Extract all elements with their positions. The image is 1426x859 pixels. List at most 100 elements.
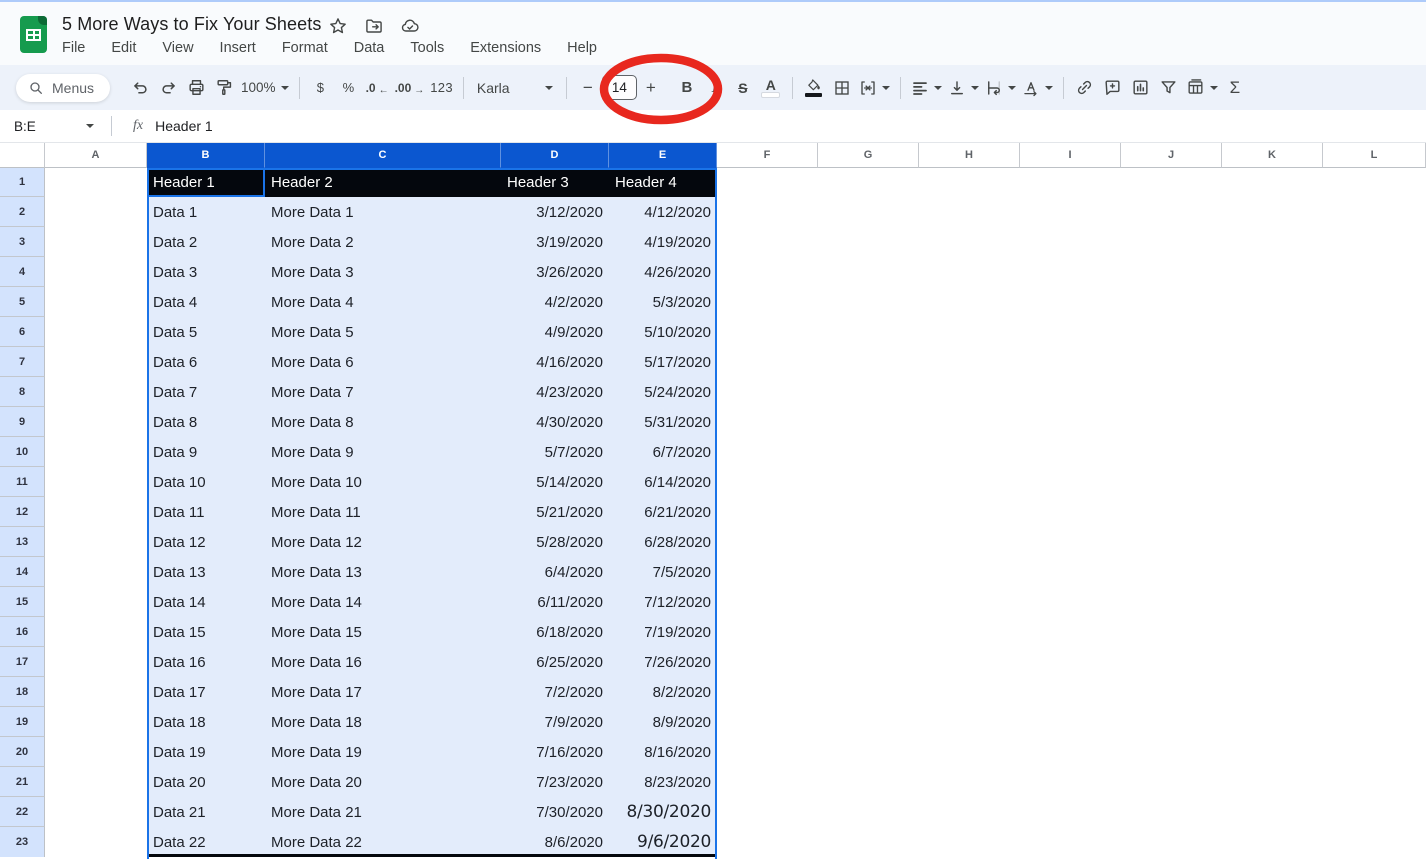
cell-B20[interactable]: Data 19 — [147, 737, 265, 767]
cell-D12[interactable]: 5/21/2020 — [501, 497, 609, 527]
cell-B22[interactable]: Data 21 — [147, 797, 265, 827]
cell-L18[interactable] — [1323, 677, 1426, 707]
name-box[interactable]: B:E — [0, 119, 104, 134]
cell-J22[interactable] — [1121, 797, 1222, 827]
cell-L2[interactable] — [1323, 197, 1426, 227]
cell-D5[interactable]: 4/2/2020 — [501, 287, 609, 317]
cell-K21[interactable] — [1222, 767, 1323, 797]
cell-I11[interactable] — [1020, 467, 1121, 497]
cell-D23[interactable]: 8/6/2020 — [501, 827, 609, 857]
cell-I4[interactable] — [1020, 257, 1121, 287]
cell-G22[interactable] — [818, 797, 919, 827]
cell-E14[interactable]: 7/5/2020 — [609, 557, 717, 587]
cell-D11[interactable]: 5/14/2020 — [501, 467, 609, 497]
cell-C15[interactable]: More Data 14 — [265, 587, 501, 617]
cell-L17[interactable] — [1323, 647, 1426, 677]
cell-D10[interactable]: 5/7/2020 — [501, 437, 609, 467]
cell-H18[interactable] — [919, 677, 1020, 707]
cell-F18[interactable] — [717, 677, 818, 707]
redo-button[interactable] — [154, 74, 182, 102]
cell-H21[interactable] — [919, 767, 1020, 797]
cell-I15[interactable] — [1020, 587, 1121, 617]
cell-H3[interactable] — [919, 227, 1020, 257]
bold-button[interactable]: B — [673, 74, 701, 102]
cell-L9[interactable] — [1323, 407, 1426, 437]
cell-B14[interactable]: Data 13 — [147, 557, 265, 587]
cell-I8[interactable] — [1020, 377, 1121, 407]
cell-C2[interactable]: More Data 1 — [265, 197, 501, 227]
increase-decimals-button[interactable]: .00 → — [392, 74, 428, 102]
cell-L1[interactable] — [1323, 168, 1426, 197]
cell-F4[interactable] — [717, 257, 818, 287]
text-color-button[interactable]: A — [757, 74, 785, 102]
text-rotation-button[interactable] — [1019, 74, 1056, 102]
cell-F15[interactable] — [717, 587, 818, 617]
row-header-21[interactable]: 21 — [0, 767, 45, 797]
cell-E5[interactable]: 5/3/2020 — [609, 287, 717, 317]
cell-B19[interactable]: Data 18 — [147, 707, 265, 737]
cell-I18[interactable] — [1020, 677, 1121, 707]
cell-A3[interactable] — [45, 227, 147, 257]
cell-C6[interactable]: More Data 5 — [265, 317, 501, 347]
cell-I14[interactable] — [1020, 557, 1121, 587]
star-icon[interactable] — [328, 16, 348, 36]
cell-K15[interactable] — [1222, 587, 1323, 617]
column-header-G[interactable]: G — [818, 143, 919, 168]
cell-F14[interactable] — [717, 557, 818, 587]
row-header-18[interactable]: 18 — [0, 677, 45, 707]
cell-C19[interactable]: More Data 18 — [265, 707, 501, 737]
cell-A18[interactable] — [45, 677, 147, 707]
cell-I20[interactable] — [1020, 737, 1121, 767]
text-wrap-button[interactable] — [982, 74, 1019, 102]
cell-A7[interactable] — [45, 347, 147, 377]
row-header-1[interactable]: 1 — [0, 168, 45, 197]
cell-L16[interactable] — [1323, 617, 1426, 647]
cell-E21[interactable]: 8/23/2020 — [609, 767, 717, 797]
cell-D2[interactable]: 3/12/2020 — [501, 197, 609, 227]
more-formats-button[interactable]: 123 — [427, 74, 456, 102]
cell-A6[interactable] — [45, 317, 147, 347]
cell-L3[interactable] — [1323, 227, 1426, 257]
cell-L6[interactable] — [1323, 317, 1426, 347]
cell-B9[interactable]: Data 8 — [147, 407, 265, 437]
cell-C23[interactable]: More Data 22 — [265, 827, 501, 857]
cell-J10[interactable] — [1121, 437, 1222, 467]
cell-I19[interactable] — [1020, 707, 1121, 737]
increase-font-size-button[interactable]: + — [637, 74, 665, 102]
cell-B10[interactable]: Data 9 — [147, 437, 265, 467]
cell-K3[interactable] — [1222, 227, 1323, 257]
cell-E19[interactable]: 8/9/2020 — [609, 707, 717, 737]
cell-L15[interactable] — [1323, 587, 1426, 617]
cell-B13[interactable]: Data 12 — [147, 527, 265, 557]
cell-K5[interactable] — [1222, 287, 1323, 317]
row-header-9[interactable]: 9 — [0, 407, 45, 437]
cell-F22[interactable] — [717, 797, 818, 827]
cell-J20[interactable] — [1121, 737, 1222, 767]
cell-K23[interactable] — [1222, 827, 1323, 857]
cell-G19[interactable] — [818, 707, 919, 737]
cell-H13[interactable] — [919, 527, 1020, 557]
cell-B3[interactable]: Data 2 — [147, 227, 265, 257]
filter-views-button[interactable] — [1183, 74, 1221, 102]
cell-K4[interactable] — [1222, 257, 1323, 287]
cell-L11[interactable] — [1323, 467, 1426, 497]
column-header-L[interactable]: L — [1323, 143, 1426, 168]
cell-D17[interactable]: 6/25/2020 — [501, 647, 609, 677]
cell-L22[interactable] — [1323, 797, 1426, 827]
horizontal-align-button[interactable] — [908, 74, 945, 102]
cell-L4[interactable] — [1323, 257, 1426, 287]
cell-G21[interactable] — [818, 767, 919, 797]
cell-C9[interactable]: More Data 8 — [265, 407, 501, 437]
decrease-decimals-button[interactable]: .0 ← — [363, 74, 392, 102]
cell-L20[interactable] — [1323, 737, 1426, 767]
cell-C3[interactable]: More Data 2 — [265, 227, 501, 257]
cell-J9[interactable] — [1121, 407, 1222, 437]
cell-K10[interactable] — [1222, 437, 1323, 467]
menus-search-button[interactable]: Menus — [16, 73, 111, 102]
cell-C12[interactable]: More Data 11 — [265, 497, 501, 527]
row-header-5[interactable]: 5 — [0, 287, 45, 317]
cell-F13[interactable] — [717, 527, 818, 557]
row-header-14[interactable]: 14 — [0, 557, 45, 587]
cell-C1[interactable]: Header 2 — [265, 168, 501, 197]
cell-I12[interactable] — [1020, 497, 1121, 527]
